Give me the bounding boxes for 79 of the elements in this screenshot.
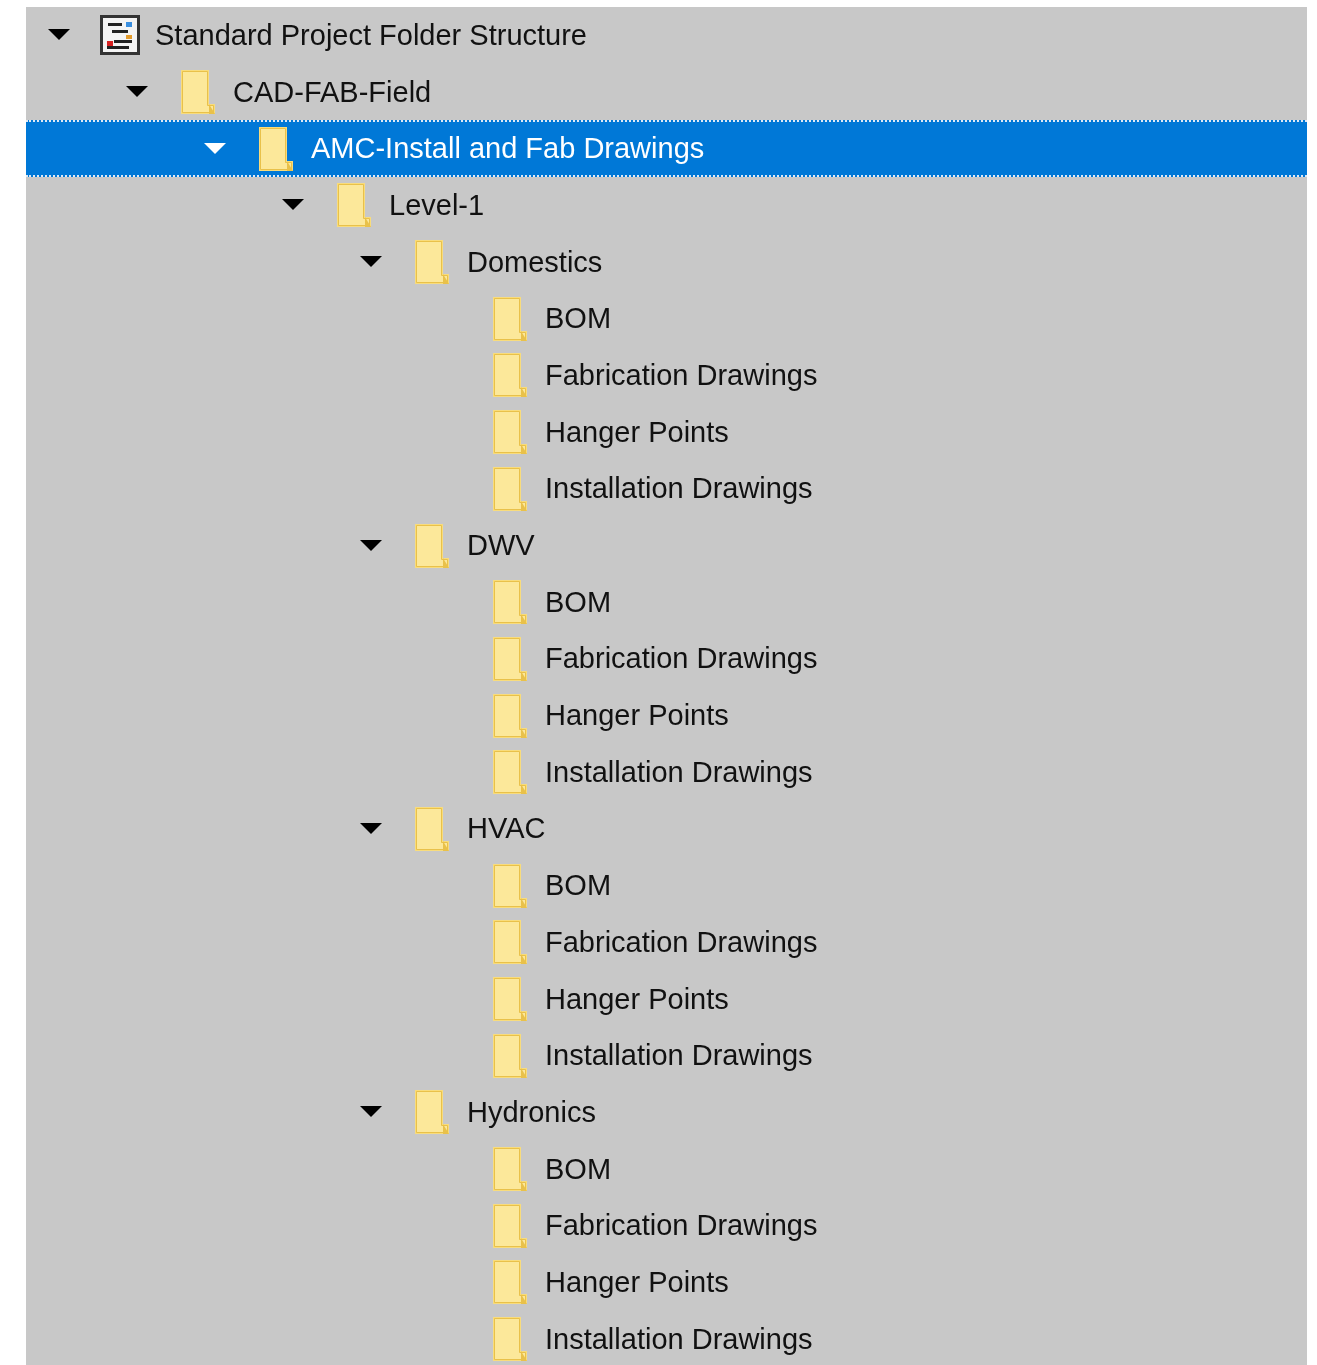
- tree-label: BOM: [545, 585, 612, 619]
- folder-icon: [491, 975, 529, 1024]
- folder-icon: [491, 861, 529, 910]
- tree-row[interactable]: Fabrication Drawings: [26, 1197, 1307, 1255]
- tree-row[interactable]: Hanger Points: [26, 970, 1307, 1028]
- tree-label: Domestics: [467, 245, 603, 279]
- tree-label: Fabrication Drawings: [545, 358, 818, 392]
- tree-row[interactable]: Installation Drawings: [26, 460, 1307, 518]
- folder-icon: [491, 1031, 529, 1080]
- folder-icon: [491, 691, 529, 740]
- tree-label: Hanger Points: [545, 1265, 729, 1299]
- tree-row[interactable]: Hydronics: [26, 1084, 1307, 1141]
- tree-row[interactable]: Level-1: [26, 177, 1307, 234]
- tree-row[interactable]: Hanger Points: [26, 1254, 1307, 1311]
- collapse-arrow-icon[interactable]: [126, 86, 148, 99]
- tree-label: AMC-Install and Fab Drawings: [311, 132, 705, 166]
- folder-icon: [179, 68, 217, 117]
- tree-row[interactable]: BOM: [26, 290, 1307, 348]
- folder-icon: [491, 918, 529, 967]
- folder-icon: [491, 408, 529, 457]
- folder-icon: [413, 521, 451, 570]
- tree-label: Standard Project Folder Structure: [155, 18, 587, 52]
- folder-icon: [491, 1201, 529, 1250]
- collapse-arrow-icon[interactable]: [282, 199, 304, 212]
- folder-icon: [413, 1088, 451, 1137]
- project-icon: [100, 15, 140, 56]
- tree-label: Hanger Points: [545, 699, 729, 733]
- folder-icon: [491, 464, 529, 513]
- collapse-arrow-icon[interactable]: [360, 1106, 382, 1119]
- tree-label: BOM: [545, 869, 612, 903]
- tree-row[interactable]: Domestics: [26, 233, 1307, 291]
- folder-icon: [257, 124, 295, 173]
- tree-row[interactable]: Fabrication Drawings: [26, 630, 1307, 688]
- folder-icon: [335, 181, 373, 230]
- tree-row[interactable]: DWV: [26, 517, 1307, 574]
- collapse-arrow-icon[interactable]: [360, 822, 382, 835]
- folder-icon: [491, 1145, 529, 1194]
- collapse-arrow-icon[interactable]: [48, 29, 70, 42]
- tree-row[interactable]: Installation Drawings: [26, 1310, 1307, 1365]
- folder-icon: [491, 294, 529, 343]
- tree-row[interactable]: HVAC: [26, 800, 1307, 858]
- tree-label: HVAC: [467, 812, 546, 846]
- tree-label: Level-1: [389, 188, 485, 222]
- tree-row[interactable]: Installation Drawings: [26, 743, 1307, 801]
- folder-icon: [491, 748, 529, 797]
- folder-icon: [413, 804, 451, 853]
- tree-row[interactable]: Hanger Points: [26, 687, 1307, 744]
- tree-row[interactable]: Standard Project Folder Structure: [26, 7, 1307, 64]
- tree-row[interactable]: CAD-FAB-Field: [26, 63, 1307, 121]
- tree-row[interactable]: AMC-Install and Fab Drawings: [26, 120, 1307, 178]
- tree-label: DWV: [467, 529, 535, 563]
- tree-label: Hydronics: [467, 1095, 596, 1129]
- tree-label: BOM: [545, 1152, 612, 1186]
- folder-icon: [491, 634, 529, 683]
- tree-label: Installation Drawings: [545, 755, 813, 789]
- folder-icon: [491, 578, 529, 627]
- tree-label: CAD-FAB-Field: [233, 75, 432, 109]
- collapse-arrow-icon[interactable]: [360, 256, 382, 269]
- folder-icon: [491, 1315, 529, 1364]
- tree-label: Installation Drawings: [545, 1322, 813, 1356]
- folder-icon: [491, 1258, 529, 1307]
- tree-label: BOM: [545, 302, 612, 336]
- tree-row[interactable]: BOM: [26, 1140, 1307, 1198]
- tree-row[interactable]: Installation Drawings: [26, 1027, 1307, 1085]
- tree-row[interactable]: BOM: [26, 857, 1307, 914]
- tree-row[interactable]: Fabrication Drawings: [26, 347, 1307, 404]
- tree-row[interactable]: Hanger Points: [26, 403, 1307, 461]
- tree-label: Hanger Points: [545, 415, 729, 449]
- folder-icon: [413, 238, 451, 287]
- tree-label: Installation Drawings: [545, 1039, 813, 1073]
- tree-label: Fabrication Drawings: [545, 642, 818, 676]
- tree-row[interactable]: BOM: [26, 573, 1307, 631]
- tree-row[interactable]: Fabrication Drawings: [26, 914, 1307, 971]
- tree-label: Hanger Points: [545, 982, 729, 1016]
- folder-icon: [491, 351, 529, 400]
- tree-label: Fabrication Drawings: [545, 925, 818, 959]
- tree-label: Installation Drawings: [545, 472, 813, 506]
- collapse-arrow-icon[interactable]: [360, 539, 382, 552]
- tree-label: Fabrication Drawings: [545, 1209, 818, 1243]
